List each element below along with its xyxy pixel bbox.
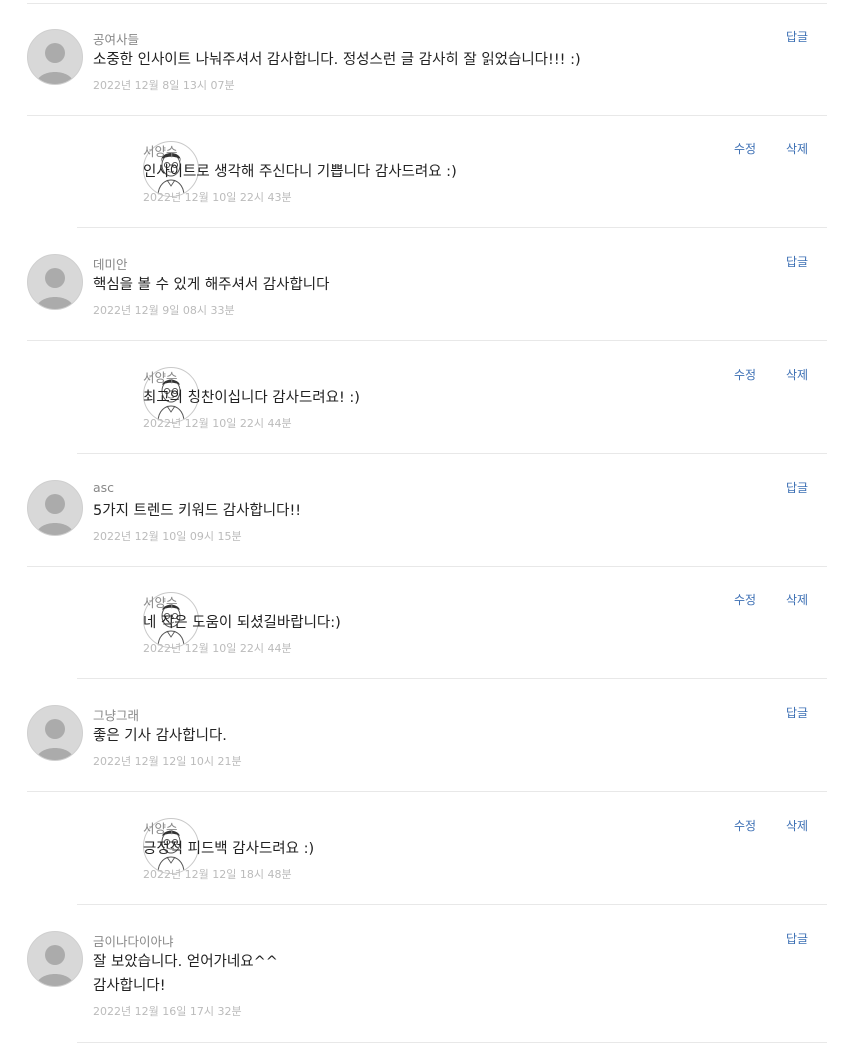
comment-author: 그냥그래: [93, 708, 140, 723]
reply-item: 서양수 인사이트로 생각해 주신다니 기쁩니다 감사드려요 :) 2022년 1…: [77, 116, 827, 228]
reply-button[interactable]: 답글: [786, 253, 808, 270]
comment-author: asc: [93, 480, 115, 495]
default-avatar-icon: [27, 254, 83, 310]
reply-date: 2022년 12월 10일 22시 43분: [143, 191, 292, 204]
comment-text: 5가지 트렌드 키워드 감사합니다!!: [93, 503, 302, 519]
comment-item: 공여사들 소중한 인사이트 나눠주셔서 감사합니다. 정성스런 글 감사히 잘 …: [27, 4, 827, 116]
comment-date: 2022년 12월 8일 13시 07분: [93, 79, 235, 92]
comment-date: 2022년 12월 9일 08시 33분: [93, 304, 235, 317]
comment-text: 핵심을 볼 수 있게 해주셔서 감사합니다: [93, 277, 330, 293]
comment-author: 금이나다이아냐: [93, 934, 174, 949]
comment-list: 공여사들 소중한 인사이트 나눠주셔서 감사합니다. 정성스런 글 감사히 잘 …: [0, 0, 854, 1062]
reply-button[interactable]: 답글: [786, 930, 808, 947]
reply-button[interactable]: 답글: [786, 28, 808, 45]
reply-author: 서양수: [143, 370, 178, 385]
default-avatar-icon: [27, 29, 83, 85]
comment-text-line-1: 잘 보았습니다. 얻어가네요^^: [93, 954, 278, 970]
comment-date: 2022년 12월 16일 17시 32분: [93, 1005, 242, 1018]
delete-button[interactable]: 삭제: [786, 366, 808, 383]
edit-button[interactable]: 수정: [734, 366, 756, 383]
reply-item: 서양수 네 작은 도움이 되셨길바랍니다:) 2022년 12월 10일 22시…: [77, 567, 827, 679]
reply-item: 서양수 최고의 칭찬이십니다 감사드려요! :) 2022년 12월 10일 2…: [77, 342, 827, 454]
default-avatar-icon: [27, 480, 83, 536]
reply-author: 서양수: [143, 144, 178, 159]
default-avatar-icon: [27, 705, 83, 761]
comment-text: 소중한 인사이트 나눠주셔서 감사합니다. 정성스런 글 감사히 잘 읽었습니다…: [93, 52, 581, 68]
reply-text: 네 작은 도움이 되셨길바랍니다:): [143, 615, 341, 631]
divider: [77, 1042, 827, 1043]
edit-button[interactable]: 수정: [734, 591, 756, 608]
delete-button[interactable]: 삭제: [786, 817, 808, 834]
default-avatar-icon: [27, 931, 83, 987]
reply-button[interactable]: 답글: [786, 704, 808, 721]
reply-text: 최고의 칭찬이십니다 감사드려요! :): [143, 390, 360, 406]
comment-item: 그냥그래 좋은 기사 감사합니다. 2022년 12월 12일 10시 21분 …: [27, 680, 827, 792]
comment-author: 공여사들: [93, 32, 140, 47]
comment-item: 금이나다이아냐 잘 보았습니다. 얻어가네요^^ 감사합니다! 2022년 12…: [27, 906, 827, 1043]
reply-date: 2022년 12월 10일 22시 44분: [143, 642, 292, 655]
comment-author: 데미안: [93, 257, 128, 272]
comment-item: asc 5가지 트렌드 키워드 감사합니다!! 2022년 12월 10일 09…: [27, 455, 827, 567]
reply-author: 서양수: [143, 821, 178, 836]
comment-date: 2022년 12월 12일 10시 21분: [93, 755, 242, 768]
reply-text: 긍정적 피드백 감사드려요 :): [143, 841, 315, 857]
comment-date: 2022년 12월 10일 09시 15분: [93, 530, 242, 543]
reply-author: 서양수: [143, 595, 178, 610]
reply-date: 2022년 12월 12일 18시 48분: [143, 868, 292, 881]
reply-item: 서양수 긍정적 피드백 감사드려요 :) 2022년 12월 12일 18시 4…: [77, 793, 827, 905]
comment-text-line-2: 감사합니다!: [93, 978, 166, 994]
edit-button[interactable]: 수정: [734, 140, 756, 157]
comment-item: 데미안 핵심을 볼 수 있게 해주셔서 감사합니다 2022년 12월 9일 0…: [27, 229, 827, 341]
reply-date: 2022년 12월 10일 22시 44분: [143, 417, 292, 430]
reply-text: 인사이트로 생각해 주신다니 기쁩니다 감사드려요 :): [143, 164, 457, 180]
comment-text: 좋은 기사 감사합니다.: [93, 728, 227, 744]
edit-button[interactable]: 수정: [734, 817, 756, 834]
reply-button[interactable]: 답글: [786, 479, 808, 496]
delete-button[interactable]: 삭제: [786, 591, 808, 608]
delete-button[interactable]: 삭제: [786, 140, 808, 157]
